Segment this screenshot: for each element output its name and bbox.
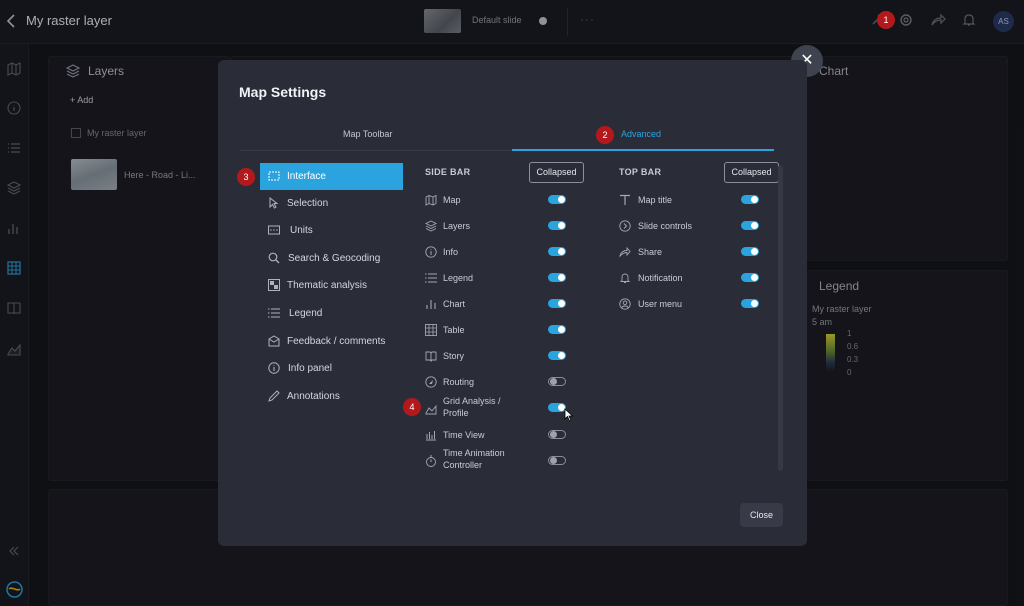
sidebar-item-label: Thematic analysis <box>287 280 368 291</box>
side-bar-label-legend: Legend <box>443 273 474 283</box>
top-bar-collapsed-button[interactable]: Collapsed <box>724 162 779 183</box>
sidebar-item-units[interactable]: Units <box>260 217 403 244</box>
top-bar-label-share: Share <box>638 247 663 257</box>
side-bar-label-info: Info <box>443 247 459 257</box>
close-button[interactable]: Close <box>740 503 783 527</box>
sidebar-item-label: Legend <box>289 308 323 319</box>
sidebar-item-search-geocoding[interactable]: Search & Geocoding <box>260 245 403 272</box>
feedback-icon <box>268 335 280 347</box>
thematic-icon <box>268 279 280 291</box>
toggle-map[interactable] <box>548 195 566 204</box>
sidebar-item-legend[interactable]: Legend <box>260 300 403 327</box>
toggle-time-animation[interactable] <box>548 456 566 465</box>
map-settings-modal: Map Settings Map Toolbar Advanced Interf… <box>218 60 807 546</box>
side-bar-label-story: Story <box>443 351 465 361</box>
toggle-map-title[interactable] <box>741 195 759 204</box>
slide-controls-icon <box>619 219 631 232</box>
units-icon <box>268 224 280 236</box>
sidebar-item-label: Units <box>290 225 313 236</box>
routing-icon <box>425 375 437 388</box>
toggle-routing[interactable] <box>548 377 566 386</box>
grid-analysis-icon <box>425 402 437 415</box>
annotation-badge: 1 <box>877 11 895 29</box>
sidebar-item-info-panel[interactable]: Info panel <box>260 355 403 382</box>
chart-icon <box>425 297 437 309</box>
layers-icon <box>424 219 438 232</box>
active-tab-indicator <box>512 149 774 151</box>
toggle-notification[interactable] <box>741 273 759 282</box>
top-bar-label-notification: Notification <box>638 273 683 283</box>
search-icon <box>268 252 280 264</box>
side-bar-header: SIDE BAR <box>425 167 471 177</box>
sidebar-item-annotations[interactable]: Annotations <box>260 383 403 410</box>
sidebar-item-label: Search & Geocoding <box>288 253 381 264</box>
modal-scrollbar[interactable] <box>778 165 783 471</box>
legend-icon <box>425 271 437 283</box>
cursor-icon <box>268 196 280 209</box>
sidebar-item-label: Feedback / comments <box>287 336 386 347</box>
toggle-info[interactable] <box>548 247 566 256</box>
table-icon <box>425 323 437 336</box>
time-view-icon <box>425 428 437 441</box>
legend-icon <box>268 307 280 319</box>
annotation-badge: 2 <box>596 126 614 144</box>
info-icon <box>268 362 280 374</box>
toggle-slide-controls[interactable] <box>741 221 759 230</box>
top-bar-label-user-menu: User menu <box>638 299 683 309</box>
sidebar-item-interface[interactable]: Interface <box>260 163 403 190</box>
title-t-icon <box>619 193 631 205</box>
side-bar-label-chart: Chart <box>443 299 466 309</box>
sidebar-item-selection[interactable]: Selection <box>260 190 403 217</box>
sidebar-item-feedback-comments[interactable]: Feedback / comments <box>260 328 403 355</box>
mouse-cursor-icon <box>564 408 574 422</box>
toggle-chart[interactable] <box>548 299 566 308</box>
side-bar-label-grid-analysis: Grid Analysis / Profile <box>443 396 501 418</box>
timer-icon <box>425 454 437 467</box>
side-bar-label-layers: Layers <box>443 221 471 231</box>
sidebar-item-label: Selection <box>287 198 329 209</box>
toggle-share[interactable] <box>741 247 759 256</box>
side-bar-label-time-view: Time View <box>443 430 485 440</box>
user-icon <box>619 297 631 310</box>
sidebar-item-label: Interface <box>287 171 326 182</box>
share-icon <box>619 245 631 258</box>
map-icon <box>425 193 437 206</box>
side-bar-label-map: Map <box>443 195 461 205</box>
modal-title: Map Settings <box>239 84 327 100</box>
side-bar-collapsed-button[interactable]: Collapsed <box>529 162 584 183</box>
pen-icon <box>268 390 280 402</box>
sidebar-item-label: Annotations <box>287 391 340 402</box>
toggle-time-view[interactable] <box>548 430 566 439</box>
side-bar-label-time-animation: Time Animation Controller <box>443 448 505 470</box>
toggle-layers[interactable] <box>548 221 566 230</box>
tab-map-toolbar[interactable]: Map Toolbar <box>343 129 392 139</box>
top-bar-header: TOP BAR <box>619 167 662 177</box>
toggle-user-menu[interactable] <box>741 299 759 308</box>
toggle-legend[interactable] <box>548 273 566 282</box>
toggle-story[interactable] <box>548 351 566 360</box>
interface-icon <box>268 170 280 182</box>
sidebar-item-label: Info panel <box>288 363 332 374</box>
top-bar-label-slide-controls: Slide controls <box>638 221 693 231</box>
story-icon <box>425 349 437 363</box>
side-bar-label-table: Table <box>443 325 465 335</box>
annotation-badge: 3 <box>237 168 255 186</box>
tab-advanced[interactable]: Advanced <box>621 129 661 139</box>
top-bar-label-map-title: Map title <box>638 195 673 205</box>
bell-icon <box>619 271 631 283</box>
annotation-badge: 4 <box>403 398 421 416</box>
side-bar-label-routing: Routing <box>443 377 475 387</box>
toggle-table[interactable] <box>548 325 566 334</box>
sidebar-item-thematic-analysis[interactable]: Thematic analysis <box>260 272 403 299</box>
info-icon <box>425 245 437 258</box>
